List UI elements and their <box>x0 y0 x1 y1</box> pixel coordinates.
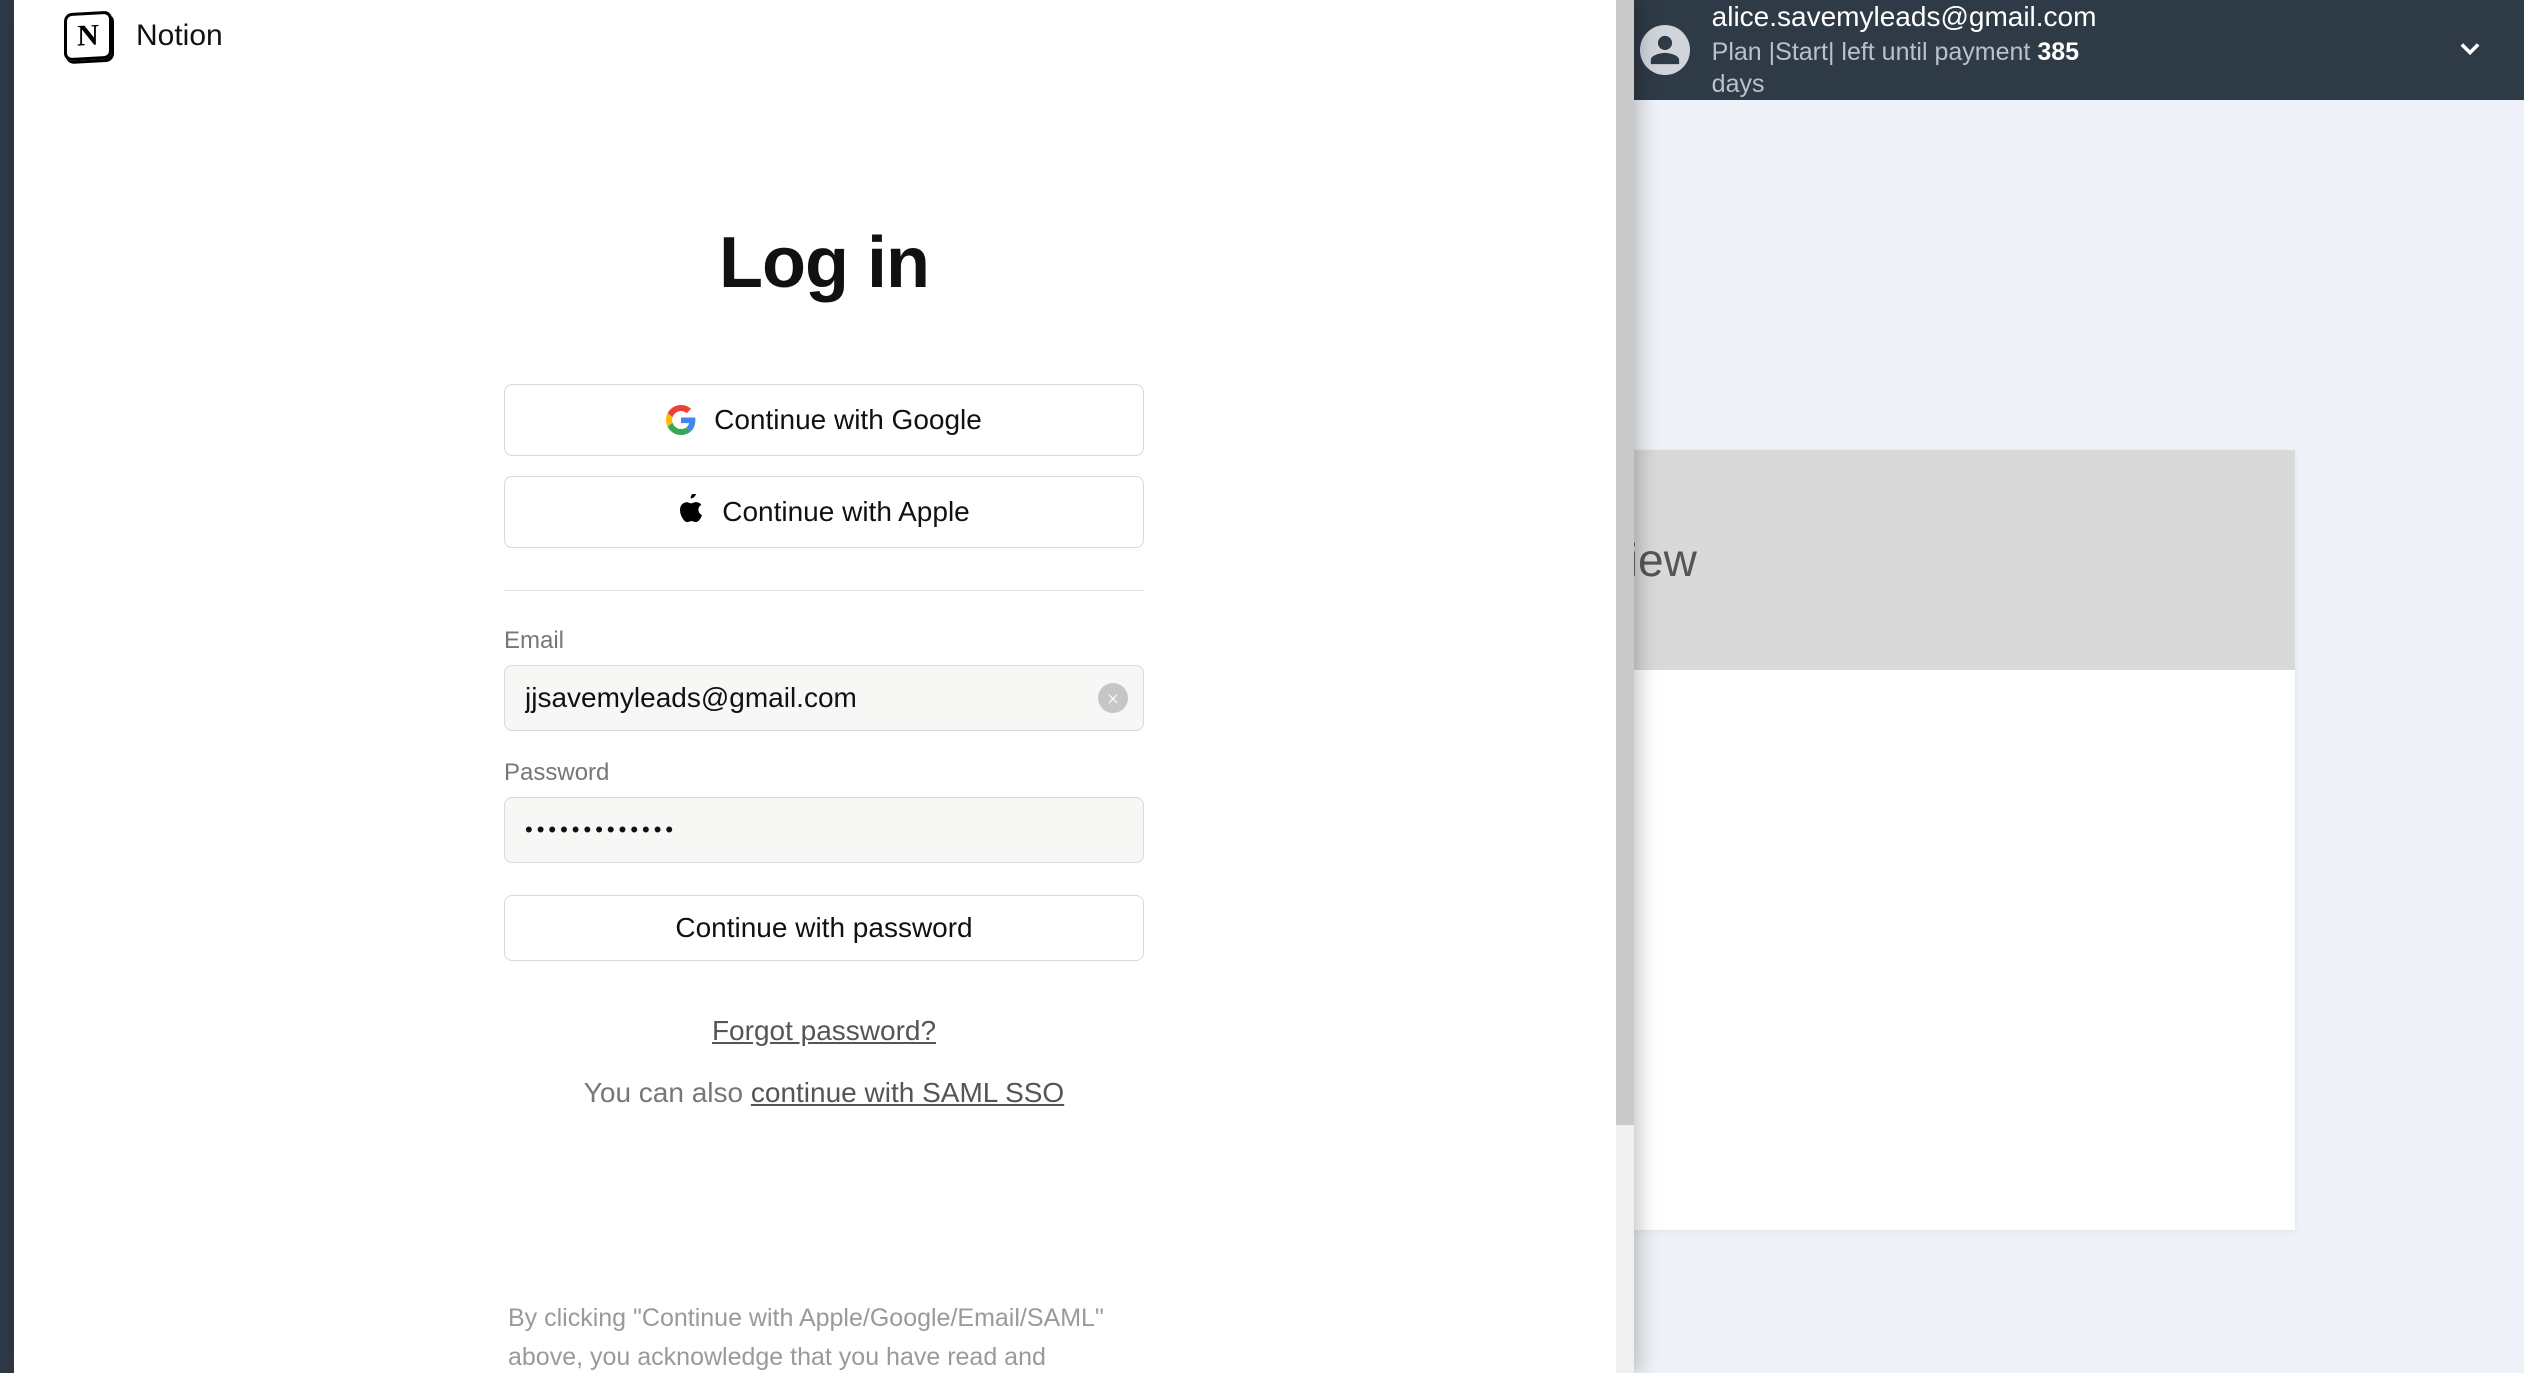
password-input-wrap <box>504 797 1144 863</box>
saml-sso-link[interactable]: continue with SAML SSO <box>751 1077 1064 1108</box>
continue-google-button[interactable]: Continue with Google <box>504 384 1144 456</box>
clear-email-icon[interactable] <box>1098 683 1128 713</box>
forgot-password-link[interactable]: Forgot password? <box>504 1015 1144 1047</box>
apple-button-label: Continue with Apple <box>722 496 970 528</box>
scrollbar-track[interactable] <box>1616 0 1634 1373</box>
account-plan: Plan |Start| left until payment 385 days <box>1712 36 2136 101</box>
left-dark-strip <box>0 100 14 1373</box>
apple-icon <box>678 494 704 531</box>
notion-logo-icon: N <box>64 11 112 62</box>
legal-text: By clicking "Continue with Apple/Google/… <box>504 1299 1144 1373</box>
email-label: Email <box>504 627 1144 655</box>
user-icon <box>1648 33 1682 67</box>
saml-line: You can also continue with SAML SSO <box>504 1077 1144 1109</box>
divider <box>504 590 1144 591</box>
account-text: alice.savemyleads@gmail.com Plan |Start|… <box>1712 0 2136 101</box>
email-input-wrap <box>504 665 1144 731</box>
login-title: Log in <box>504 222 1144 304</box>
login-form: Log in Continue with Google Continue wit <box>504 222 1144 1373</box>
password-input[interactable] <box>504 797 1144 863</box>
account-chevron-down-icon[interactable] <box>2456 34 2484 67</box>
google-icon <box>666 405 696 435</box>
google-button-label: Continue with Google <box>714 404 982 436</box>
notion-login-modal: N Notion Log in Continue with Google <box>14 0 1634 1373</box>
scrollbar-thumb[interactable] <box>1616 0 1634 1125</box>
avatar <box>1640 25 1690 75</box>
notion-header: N Notion <box>14 0 1634 72</box>
continue-apple-button[interactable]: Continue with Apple <box>504 476 1144 548</box>
email-input[interactable] <box>504 665 1144 731</box>
account-block[interactable]: alice.savemyleads@gmail.com Plan |Start|… <box>1640 0 2136 101</box>
continue-password-button[interactable]: Continue with password <box>504 895 1144 961</box>
password-label: Password <box>504 759 1144 787</box>
account-email: alice.savemyleads@gmail.com <box>1712 0 2136 36</box>
notion-brand-label: Notion <box>136 19 223 53</box>
